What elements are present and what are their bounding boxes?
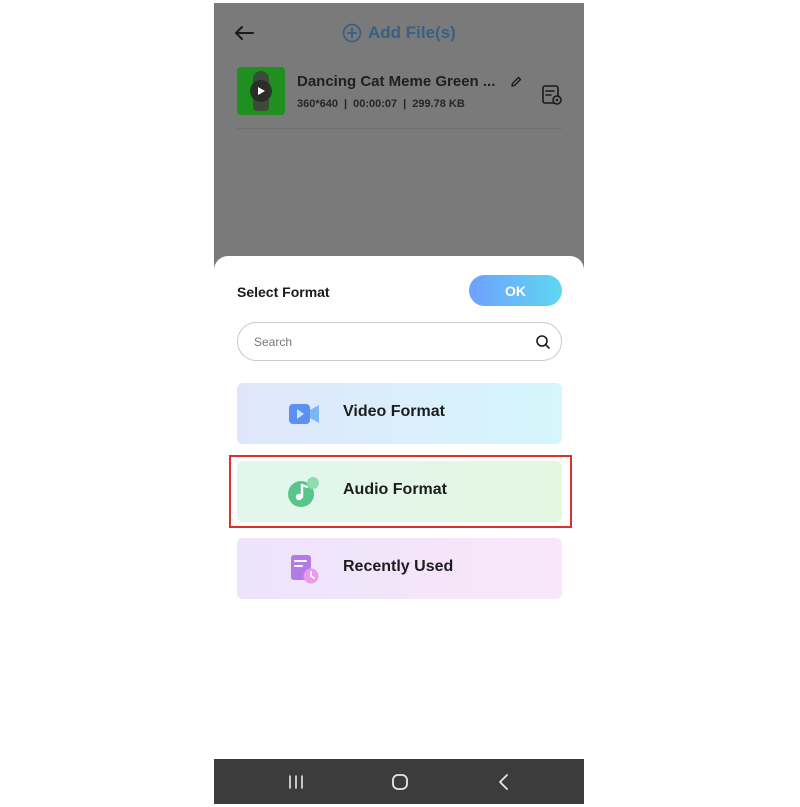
arrow-left-icon xyxy=(235,26,254,40)
file-duration: 00:00:07 xyxy=(353,98,398,110)
recent-apps-button[interactable] xyxy=(285,771,307,793)
music-note-icon xyxy=(288,477,319,507)
video-format-card[interactable]: Video Format xyxy=(237,383,562,444)
file-list-item[interactable]: Dancing Cat Meme Green ... 360*640 | 00:… xyxy=(237,67,562,129)
video-camera-icon xyxy=(289,404,319,424)
add-files-button[interactable]: Add File(s) xyxy=(342,20,456,46)
file-meta: 360*640 | 00:00:07 | 299.78 KB xyxy=(297,98,465,110)
file-size: 299.78 KB xyxy=(412,98,465,110)
play-icon xyxy=(250,80,272,102)
video-thumbnail[interactable] xyxy=(237,67,285,115)
home-button[interactable] xyxy=(389,771,411,793)
back-button[interactable] xyxy=(232,21,256,45)
search-icon[interactable] xyxy=(535,334,551,350)
audio-format-card[interactable]: Audio Format xyxy=(237,461,562,522)
search-box[interactable] xyxy=(237,322,562,361)
recently-used-label: Recently Used xyxy=(343,558,454,575)
phone-screen: Add File(s) Dancing Cat Meme Green ... 3… xyxy=(214,3,584,804)
meta-separator: | xyxy=(344,98,348,110)
sheet-title: Select Format xyxy=(237,284,330,300)
add-files-label: Add File(s) xyxy=(368,23,456,42)
dimmed-app-background: Add File(s) Dancing Cat Meme Green ... 3… xyxy=(214,3,584,271)
home-icon xyxy=(392,774,408,790)
ok-button[interactable]: OK xyxy=(469,275,562,306)
file-settings-icon[interactable] xyxy=(541,84,563,106)
meta-separator: | xyxy=(403,98,407,110)
recent-apps-icon xyxy=(289,775,303,789)
back-nav-button[interactable] xyxy=(493,771,515,793)
search-input[interactable] xyxy=(254,332,514,352)
plus-circle-icon xyxy=(342,23,362,43)
recently-used-card[interactable]: Recently Used xyxy=(237,538,562,599)
video-format-label: Video Format xyxy=(343,403,445,420)
pencil-icon[interactable] xyxy=(509,75,523,89)
system-navigation-bar xyxy=(214,759,584,804)
audio-format-label: Audio Format xyxy=(343,481,447,498)
select-format-sheet: Select Format OK Video Format xyxy=(214,256,584,759)
file-name: Dancing Cat Meme Green ... xyxy=(297,73,496,90)
back-icon xyxy=(499,774,508,790)
file-resolution: 360*640 xyxy=(297,98,338,110)
recent-doc-icon xyxy=(291,555,319,584)
